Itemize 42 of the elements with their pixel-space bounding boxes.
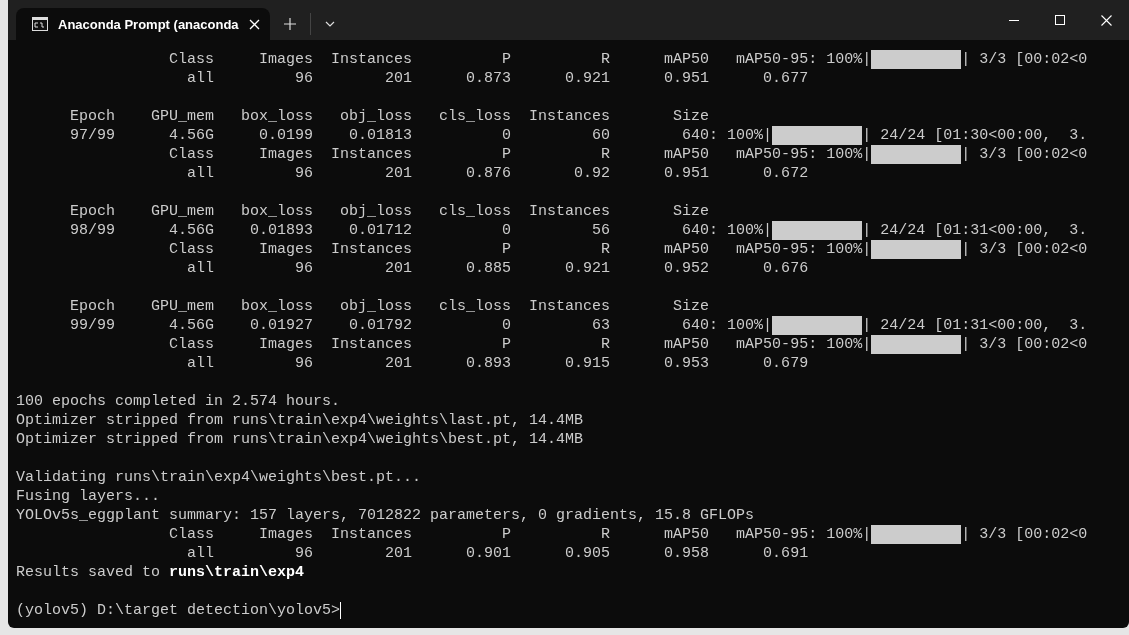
text-cursor: [340, 602, 342, 619]
terminal-line: Class Images Instances P R mAP50 mAP50-95: 100%|: [168, 525, 872, 544]
terminal-line: Epoch GPU_mem box_loss obj_loss cls_loss Instances Size: [69, 202, 710, 221]
terminal-line: Class Images Instances P R mAP50 mAP50-95: 100%|: [168, 145, 872, 164]
terminal-line: 100 epochs completed in 2.574 hours.: [16, 392, 341, 411]
maximize-icon: [1055, 15, 1065, 25]
terminal-line: | 3/3 [00:02<0: [961, 335, 1088, 354]
terminal-line: all 96 201 0.876 0.92 0.951 0.672: [186, 164, 809, 183]
terminal-line: all 96 201 0.885 0.921 0.952 0.676: [186, 259, 809, 278]
terminal-icon: [32, 17, 48, 31]
terminal-line: Optimizer stripped from runs\train\exp4\weights\last.pt, 14.4MB: [16, 411, 584, 430]
terminal-line: | 24/24 [01:31<00:00, 3.: [862, 316, 1088, 335]
terminal-line: all 96 201 0.893 0.915 0.953 0.679: [186, 354, 809, 373]
terminal-line: | 3/3 [00:02<0: [961, 525, 1088, 544]
chevron-down-icon[interactable]: [324, 21, 335, 27]
terminal-line: | 24/24 [01:30<00:00, 3.: [862, 126, 1088, 145]
terminal-line: 99/99 4.56G 0.01927 0.01792 0 63 640: 100%|: [69, 316, 773, 335]
close-icon[interactable]: [248, 18, 260, 30]
tab-title: Anaconda Prompt (anaconda: [58, 16, 239, 32]
terminal-line: YOLOv5s_eggplant summary: 157 layers, 7012822 parameters, 0 gradients, 15.8 GFLOPs: [16, 506, 755, 525]
terminal-line: Epoch GPU_mem box_loss obj_loss cls_loss Instances Size: [69, 107, 710, 126]
terminal-line: 98/99 4.56G 0.01893 0.01712 0 56 640: 100%|: [69, 221, 773, 240]
terminal-line: | 3/3 [00:02<0: [961, 240, 1088, 259]
terminal-tab[interactable]: Anaconda Prompt (anaconda: [16, 8, 270, 40]
terminal-line: Class Images Instances P R mAP50 mAP50-95: 100%|: [168, 335, 872, 354]
terminal-line: | 24/24 [01:31<00:00, 3.: [862, 221, 1088, 240]
terminal-line: Fusing layers...: [16, 487, 161, 506]
minimize-icon: [1009, 19, 1019, 21]
terminal-line: Epoch GPU_mem box_loss obj_loss cls_loss Instances Size: [69, 297, 710, 316]
terminal-line: Class Images Instances P R mAP50 mAP50-95: 100%|: [168, 50, 872, 69]
terminal-line: Results saved to runs\train\exp4: [16, 563, 305, 582]
close-icon: [1100, 14, 1112, 26]
terminal-line: Optimizer stripped from runs\train\exp4\weights\best.pt, 14.4MB: [16, 430, 584, 449]
command-prompt: (yolov5) D:\target detection\yolov5>: [16, 601, 341, 620]
terminal-line: | 3/3 [00:02<0: [961, 50, 1088, 69]
plus-icon[interactable]: [283, 18, 296, 30]
terminal-line: Validating runs\train\exp4\weights\best.pt...: [16, 468, 422, 487]
terminal-line: 97/99 4.56G 0.0199 0.01813 0 60 640: 100%|: [69, 126, 773, 145]
terminal-line: Class Images Instances P R mAP50 mAP50-95: 100%|: [168, 240, 872, 259]
terminal-line: all 96 201 0.901 0.905 0.958 0.691: [186, 544, 809, 563]
terminal-line: all 96 201 0.873 0.921 0.951 0.677: [186, 69, 809, 88]
terminal-line: | 3/3 [00:02<0: [961, 145, 1088, 164]
